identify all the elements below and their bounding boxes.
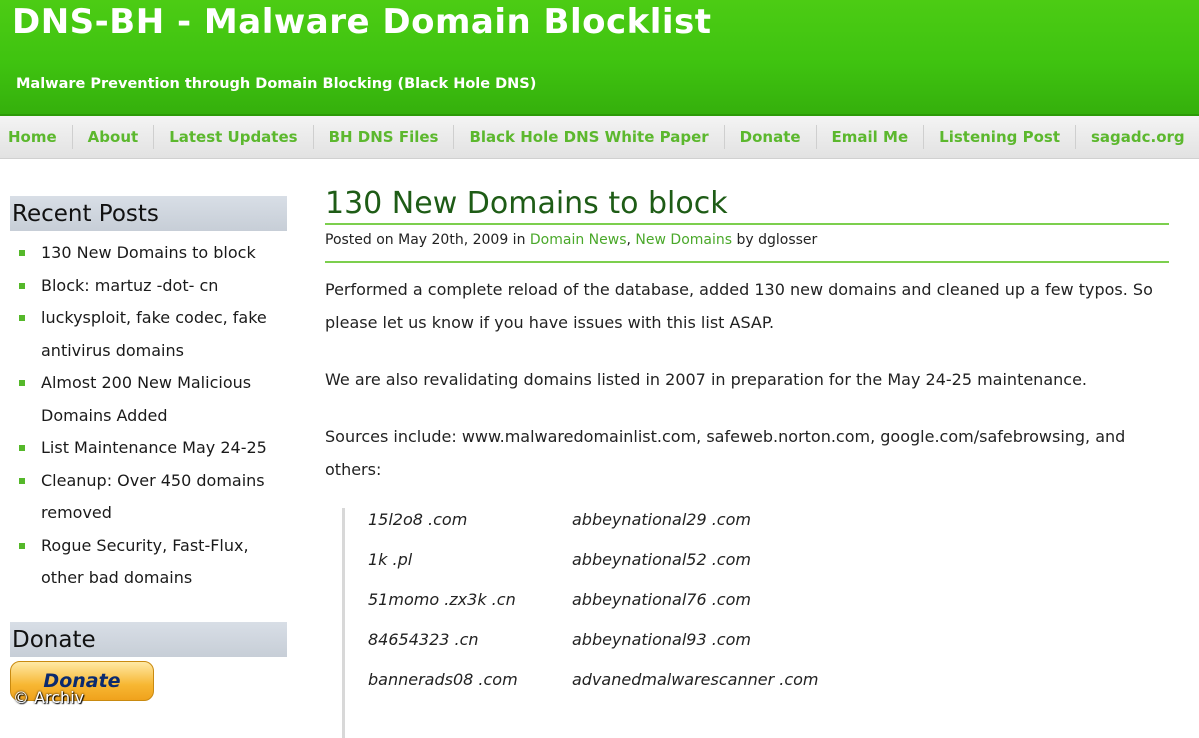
nav-item-about[interactable]: About (71, 125, 154, 149)
domain-entry: 84654323 .cn (368, 630, 479, 649)
nav-item-home[interactable]: Home (0, 125, 72, 149)
post-meta: Posted on May 20th, 2009 in Domain News,… (325, 232, 1169, 248)
domain-entry: abbeynational29 .com (572, 510, 751, 529)
domain-entry: bannerads08 .com (368, 670, 518, 689)
post-title[interactable]: 130 New Domains to block (325, 186, 1169, 225)
recent-post-link[interactable]: Block: martuz -dot- cn (10, 270, 287, 303)
domain-row: bannerads08 .com advanedmalwarescanner .… (345, 668, 1165, 708)
recent-post-link[interactable]: luckysploit, fake codec, fake antivirus … (10, 302, 287, 367)
domain-entry: 15l2o8 .com (368, 510, 468, 529)
post-meta-author: by dglosser (732, 232, 818, 248)
recent-post-link[interactable]: Rogue Security, Fast-Flux, other bad dom… (10, 530, 287, 595)
recent-post-link[interactable]: 130 New Domains to block (10, 237, 287, 270)
domain-entry: 51momo .zx3k .cn (368, 590, 516, 609)
nav-item-donate[interactable]: Donate (723, 125, 816, 149)
nav-item-latest-updates[interactable]: Latest Updates (153, 125, 312, 149)
site-tagline: Malware Prevention through Domain Blocki… (16, 76, 537, 92)
sidebar: Recent Posts 130 New Domains to block Bl… (10, 196, 287, 595)
category-link-domain-news[interactable]: Domain News (530, 232, 627, 248)
domain-row: 84654323 .cn abbeynational93 .com (345, 628, 1165, 668)
domain-entry: 1k .pl (368, 550, 413, 569)
recent-posts-title: Recent Posts (10, 196, 287, 231)
post-paragraph: Performed a complete reload of the datab… (325, 280, 1153, 332)
domain-list: 15l2o8 .com abbeynational29 .com 1k .pl … (342, 508, 1165, 738)
domain-entry: abbeynational76 .com (572, 590, 751, 609)
nav-item-email-me[interactable]: Email Me (815, 125, 924, 149)
domain-entry: abbeynational93 .com (572, 630, 751, 649)
post-paragraph: Sources include: www.malwaredomainlist.c… (325, 427, 1126, 479)
main-nav: Home About Latest Updates BH DNS Files B… (0, 116, 1199, 159)
domain-entry: abbeynational52 .com (572, 550, 751, 569)
recent-posts-list: 130 New Domains to block Block: martuz -… (10, 237, 287, 595)
category-link-new-domains[interactable]: New Domains (635, 232, 732, 248)
copyright-watermark: © Archiv (13, 688, 85, 707)
nav-item-sagadc[interactable]: sagadc.org (1074, 125, 1199, 149)
domain-entry: advanedmalwarescanner .com (572, 670, 819, 689)
site-title[interactable]: DNS-BH - Malware Domain Blocklist (12, 2, 712, 42)
post-meta-date: Posted on May 20th, 2009 in (325, 232, 530, 248)
domain-row: 15l2o8 .com abbeynational29 .com (345, 508, 1165, 548)
post-paragraph: We are also revalidating domains listed … (325, 370, 1087, 389)
domain-row: 1k .pl abbeynational52 .com (345, 548, 1165, 588)
nav-item-white-paper[interactable]: Black Hole DNS White Paper (453, 125, 723, 149)
recent-post-link[interactable]: Almost 200 New Malicious Domains Added (10, 367, 287, 432)
recent-post-link[interactable]: Cleanup: Over 450 domains removed (10, 465, 287, 530)
meta-divider (325, 261, 1169, 263)
recent-post-link[interactable]: List Maintenance May 24-25 (10, 432, 287, 465)
domain-row: 51momo .zx3k .cn abbeynational76 .com (345, 588, 1165, 628)
post-content: 130 New Domains to block Posted on May 2… (325, 186, 1169, 738)
donate-title: Donate (10, 622, 287, 657)
site-header: DNS-BH - Malware Domain Blocklist Malwar… (0, 0, 1199, 116)
nav-item-listening-post[interactable]: Listening Post (923, 125, 1075, 149)
nav-item-bh-dns-files[interactable]: BH DNS Files (312, 125, 454, 149)
